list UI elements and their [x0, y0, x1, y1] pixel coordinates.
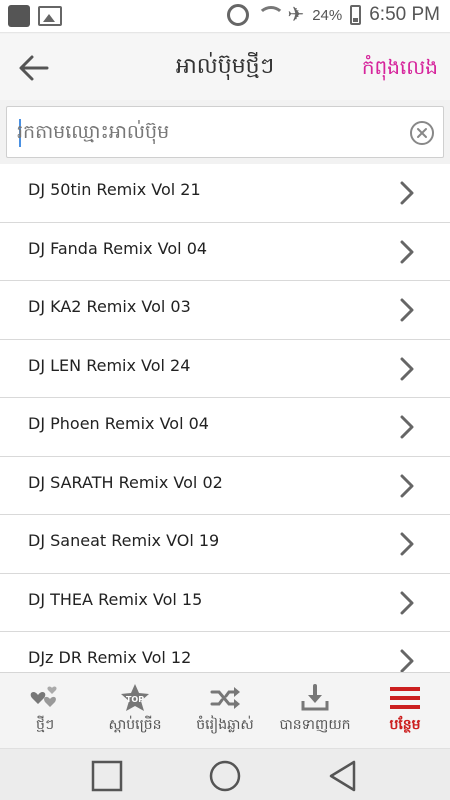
gallery-icon: [38, 6, 62, 26]
tab-label: ស្ដាប់ច្រើន: [108, 717, 162, 733]
tab-new[interactable]: ថ្មីៗ: [0, 673, 90, 748]
album-list: DJ 50tin Remix Vol 21 DJ Fanda Remix Vol…: [0, 164, 450, 672]
system-nav-bar: [0, 748, 450, 800]
bottom-tab-bar: ថ្មីៗ TOP ស្ដាប់ច្រើន ចំរៀងឆ្លាស់ បានទាញ…: [0, 672, 450, 748]
battery-percent: 24%: [312, 6, 343, 24]
top-star-icon: TOP: [121, 684, 149, 711]
app-header: អាល់ប៊ុមថ្មីៗ កំពុងលេង: [0, 34, 450, 100]
search-box: [6, 106, 444, 158]
clock: 6:50 PM: [369, 4, 440, 25]
album-title: DJ SARATH Remix Vol 02: [28, 472, 223, 492]
status-right: ✈ 24% 6:50 PM: [227, 4, 440, 26]
list-item[interactable]: DJ Phoen Remix Vol 04: [0, 398, 450, 457]
menu-icon: [390, 687, 420, 709]
download-icon: [301, 684, 329, 711]
battery-icon: [350, 5, 362, 25]
chevron-right-icon: [400, 532, 414, 556]
album-title: DJ Saneat Remix VOl 19: [28, 531, 220, 550]
chevron-right-icon: [400, 298, 414, 322]
tab-more[interactable]: បន្ថែម: [360, 673, 450, 748]
tab-label: បន្ថែម: [389, 717, 421, 733]
airplane-icon: ✈: [287, 4, 305, 26]
list-item[interactable]: DJ LEN Remix Vol 24: [0, 339, 450, 398]
list-item[interactable]: DJ Saneat Remix VOl 19: [0, 515, 450, 574]
back-triangle-icon[interactable]: [326, 759, 360, 793]
tab-shuffle[interactable]: ចំរៀងឆ្លាស់: [180, 673, 270, 748]
tab-top[interactable]: TOP ស្ដាប់ច្រើន: [90, 673, 180, 748]
chevron-right-icon: [400, 474, 414, 497]
list-item[interactable]: DJ SARATH Remix Vol 02: [0, 456, 450, 515]
status-bar: ✈ 24% 6:50 PM: [0, 0, 450, 33]
album-title: DJ KA2 Remix Vol 03: [28, 297, 191, 316]
recents-square-icon[interactable]: [90, 759, 124, 793]
chevron-right-icon: [400, 649, 414, 672]
album-title: DJ LEN Remix Vol 24: [28, 355, 191, 375]
clear-circle-icon[interactable]: [409, 120, 435, 146]
now-playing-button[interactable]: កំពុងលេង: [362, 54, 438, 84]
list-item[interactable]: DJ 50tin Remix Vol 21: [0, 164, 450, 223]
app-icon: [8, 5, 30, 27]
status-left: [8, 5, 62, 27]
tab-downloaded[interactable]: បានទាញយក: [270, 673, 360, 748]
shuffle-icon: [210, 687, 240, 709]
tab-label: ចំរៀងឆ្លាស់: [196, 717, 254, 733]
album-title: DJz DR Remix Vol 12: [28, 648, 192, 667]
album-title: DJ Phoen Remix Vol 04: [28, 414, 209, 433]
chevron-right-icon: [400, 240, 414, 263]
top-badge: TOP: [126, 695, 144, 704]
chevron-right-icon: [400, 357, 414, 380]
alarm-icon: [227, 4, 250, 26]
tab-label: ថ្មីៗ: [35, 717, 55, 733]
chevron-right-icon: [400, 591, 414, 614]
list-item[interactable]: DJ Fanda Remix Vol 04: [0, 222, 450, 281]
album-title: DJ 50tin Remix Vol 21: [28, 180, 201, 199]
chevron-right-icon: [400, 181, 414, 205]
album-title: DJ THEA Remix Vol 15: [28, 589, 203, 609]
chevron-right-icon: [400, 415, 414, 439]
list-item[interactable]: DJ THEA Remix Vol 15: [0, 573, 450, 632]
hearts-icon: [30, 686, 57, 707]
wifi-icon: [257, 6, 286, 24]
list-item[interactable]: DJz DR Remix Vol 12: [0, 632, 450, 672]
home-circle-icon[interactable]: [208, 759, 242, 793]
list-item[interactable]: DJ KA2 Remix Vol 03: [0, 281, 450, 340]
tab-label: បានទាញយក: [279, 717, 351, 733]
album-title: DJ Fanda Remix Vol 04: [28, 238, 208, 258]
search-input[interactable]: [17, 107, 407, 157]
